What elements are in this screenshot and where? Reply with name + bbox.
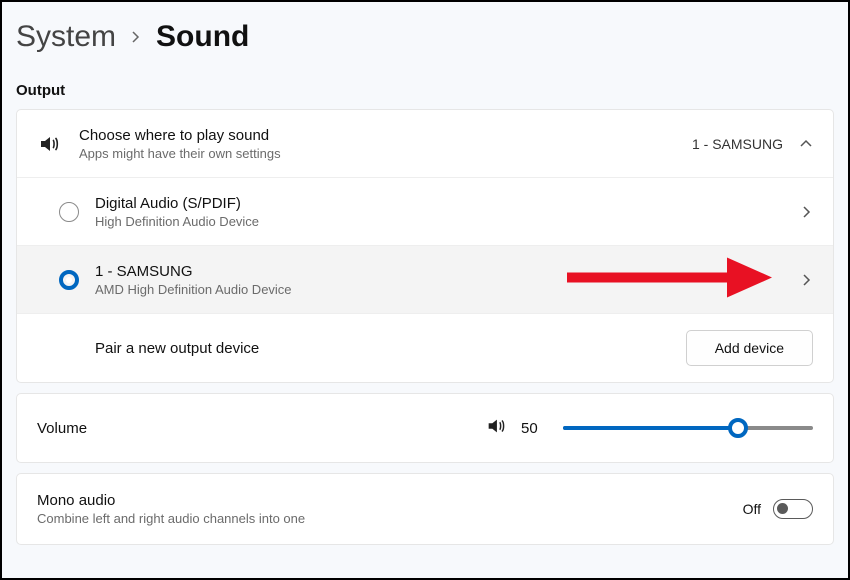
chevron-right-icon[interactable] — [799, 273, 813, 287]
pair-device-row: Pair a new output device Add device — [17, 314, 833, 382]
chevron-right-icon[interactable] — [799, 205, 813, 219]
choose-output-row[interactable]: Choose where to play sound Apps might ha… — [17, 110, 833, 178]
mono-toggle-state: Off — [743, 501, 761, 517]
device-name: 1 - SAMSUNG — [95, 263, 799, 280]
radio-unselected-icon[interactable] — [59, 202, 79, 222]
chevron-up-icon — [799, 137, 813, 151]
mono-audio-subtitle: Combine left and right audio channels in… — [37, 511, 743, 526]
slider-thumb[interactable] — [728, 418, 748, 438]
breadcrumb-current: Sound — [156, 20, 249, 54]
output-device-row[interactable]: 1 - SAMSUNG AMD High Definition Audio De… — [17, 246, 833, 314]
speaker-icon[interactable] — [485, 415, 507, 442]
add-device-button[interactable]: Add device — [686, 330, 813, 366]
mono-audio-card: Mono audio Combine left and right audio … — [16, 473, 834, 545]
volume-value: 50 — [521, 420, 549, 437]
volume-label: Volume — [37, 420, 87, 437]
pair-device-label: Pair a new output device — [95, 340, 686, 357]
radio-selected-icon[interactable] — [59, 270, 79, 290]
slider-fill — [563, 426, 738, 430]
mono-audio-title: Mono audio — [37, 492, 743, 509]
choose-output-subtitle: Apps might have their own settings — [79, 146, 692, 161]
breadcrumb: System Sound — [2, 2, 848, 68]
output-card: Choose where to play sound Apps might ha… — [16, 109, 834, 383]
output-device-row[interactable]: Digital Audio (S/PDIF) High Definition A… — [17, 178, 833, 246]
breadcrumb-parent[interactable]: System — [16, 20, 116, 54]
device-driver: AMD High Definition Audio Device — [95, 282, 799, 297]
chevron-right-icon — [130, 27, 142, 48]
device-name: Digital Audio (S/PDIF) — [95, 195, 799, 212]
choose-output-value: 1 - SAMSUNG — [692, 136, 783, 152]
volume-slider[interactable] — [563, 418, 813, 438]
mono-toggle[interactable] — [773, 499, 813, 519]
mono-audio-row[interactable]: Mono audio Combine left and right audio … — [17, 474, 833, 544]
volume-card: Volume 50 — [16, 393, 834, 463]
output-section-label: Output — [2, 68, 848, 109]
volume-row: Volume 50 — [17, 394, 833, 462]
speaker-icon — [37, 132, 79, 156]
choose-output-title: Choose where to play sound — [79, 127, 692, 144]
device-driver: High Definition Audio Device — [95, 214, 799, 229]
